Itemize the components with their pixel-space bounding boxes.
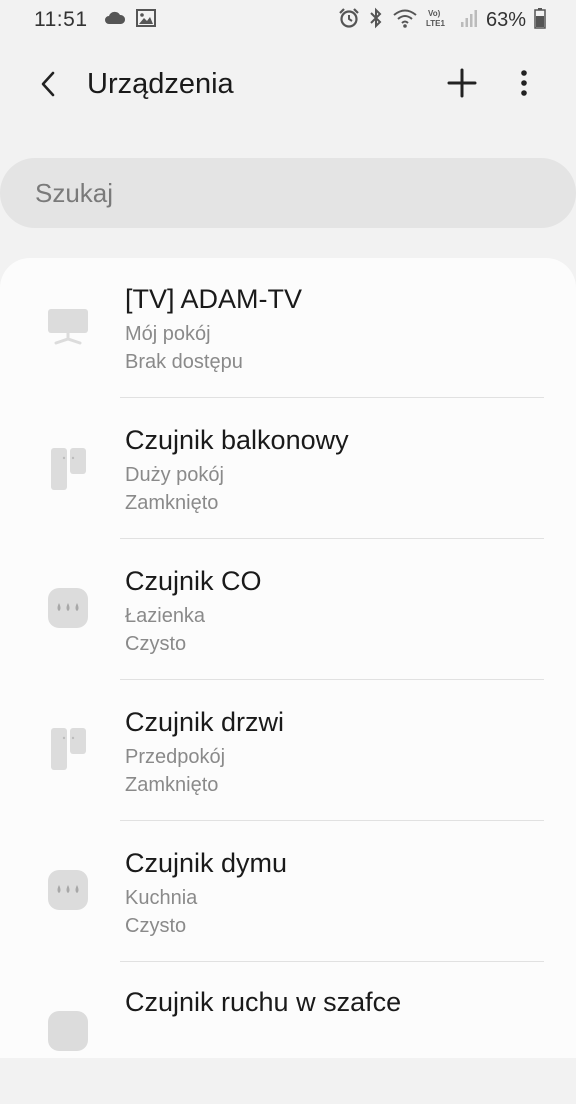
contact-sensor-icon	[46, 727, 90, 771]
svg-text:LTE1: LTE1	[426, 19, 446, 28]
device-name: Czujnik dymu	[125, 848, 288, 878]
device-name: Czujnik CO	[125, 566, 262, 596]
app-bar: Urządzenia	[0, 56, 576, 116]
device-room: Mój pokój	[125, 323, 211, 345]
divider	[120, 679, 544, 680]
add-device-button[interactable]	[442, 65, 482, 105]
more-vertical-icon	[520, 69, 528, 102]
motion-sensor-icon	[46, 1009, 90, 1053]
divider	[120, 397, 544, 398]
device-status: Zamknięto	[125, 774, 219, 796]
device-status: Brak dostępu	[125, 351, 243, 373]
device-status: Czysto	[125, 915, 187, 937]
divider	[120, 820, 544, 821]
device-status: Czysto	[125, 633, 187, 655]
status-time: 11:51	[34, 8, 88, 31]
cloud-icon	[104, 11, 126, 30]
divider	[120, 538, 544, 539]
tv-icon	[46, 305, 90, 349]
search-placeholder: Szukaj	[35, 177, 114, 208]
device-row-co-sensor[interactable]: Czujnik CO Łazienka Czysto	[0, 540, 576, 681]
device-row-tv[interactable]: [TV] ADAM-TV Mój pokój Brak dostępu	[0, 258, 576, 399]
device-room: Kuchnia	[125, 887, 198, 909]
battery-percent: 63%	[485, 8, 526, 31]
image-icon	[135, 8, 156, 32]
svg-text:Vo): Vo)	[428, 9, 441, 18]
device-status: Zamknięto	[125, 492, 219, 514]
divider	[120, 961, 544, 962]
device-row-balcony-sensor[interactable]: Czujnik balkonowy Duży pokój Zamknięto	[0, 399, 576, 540]
device-name: Czujnik ruchu w szafce	[125, 987, 402, 1017]
contact-sensor-icon	[46, 447, 90, 491]
more-options-button[interactable]	[506, 65, 542, 105]
device-room: Duży pokój	[125, 464, 224, 486]
device-room: Łazienka	[125, 605, 206, 627]
status-bar: 11:51 Vo) LTE1 63%	[0, 0, 576, 40]
device-name: Czujnik drzwi	[125, 707, 285, 737]
plus-icon	[447, 68, 477, 103]
device-list: [TV] ADAM-TV Mój pokój Brak dostępu Czuj…	[0, 258, 576, 1058]
page-title: Urządzenia	[87, 68, 234, 100]
bluetooth-icon	[368, 7, 384, 34]
volte-icon: Vo) LTE1	[426, 7, 452, 34]
co-sensor-icon	[46, 586, 90, 630]
device-room: Przedpokój	[125, 746, 226, 768]
device-name: Czujnik balkonowy	[125, 425, 349, 455]
back-button[interactable]	[30, 66, 66, 106]
alarm-icon	[338, 7, 360, 34]
wifi-icon	[392, 7, 418, 34]
device-row-smoke-sensor[interactable]: Czujnik dymu Kuchnia Czysto	[0, 822, 576, 963]
chevron-left-icon	[38, 70, 58, 103]
device-row-motion-sensor[interactable]: Czujnik ruchu w szafce	[0, 963, 576, 1104]
signal-icon	[460, 8, 478, 33]
smoke-sensor-icon	[46, 868, 90, 912]
search-input[interactable]: Szukaj	[0, 158, 576, 228]
battery-icon	[534, 7, 546, 34]
device-name: [TV] ADAM-TV	[125, 284, 303, 314]
device-row-door-sensor[interactable]: Czujnik drzwi Przedpokój Zamknięto	[0, 681, 576, 822]
